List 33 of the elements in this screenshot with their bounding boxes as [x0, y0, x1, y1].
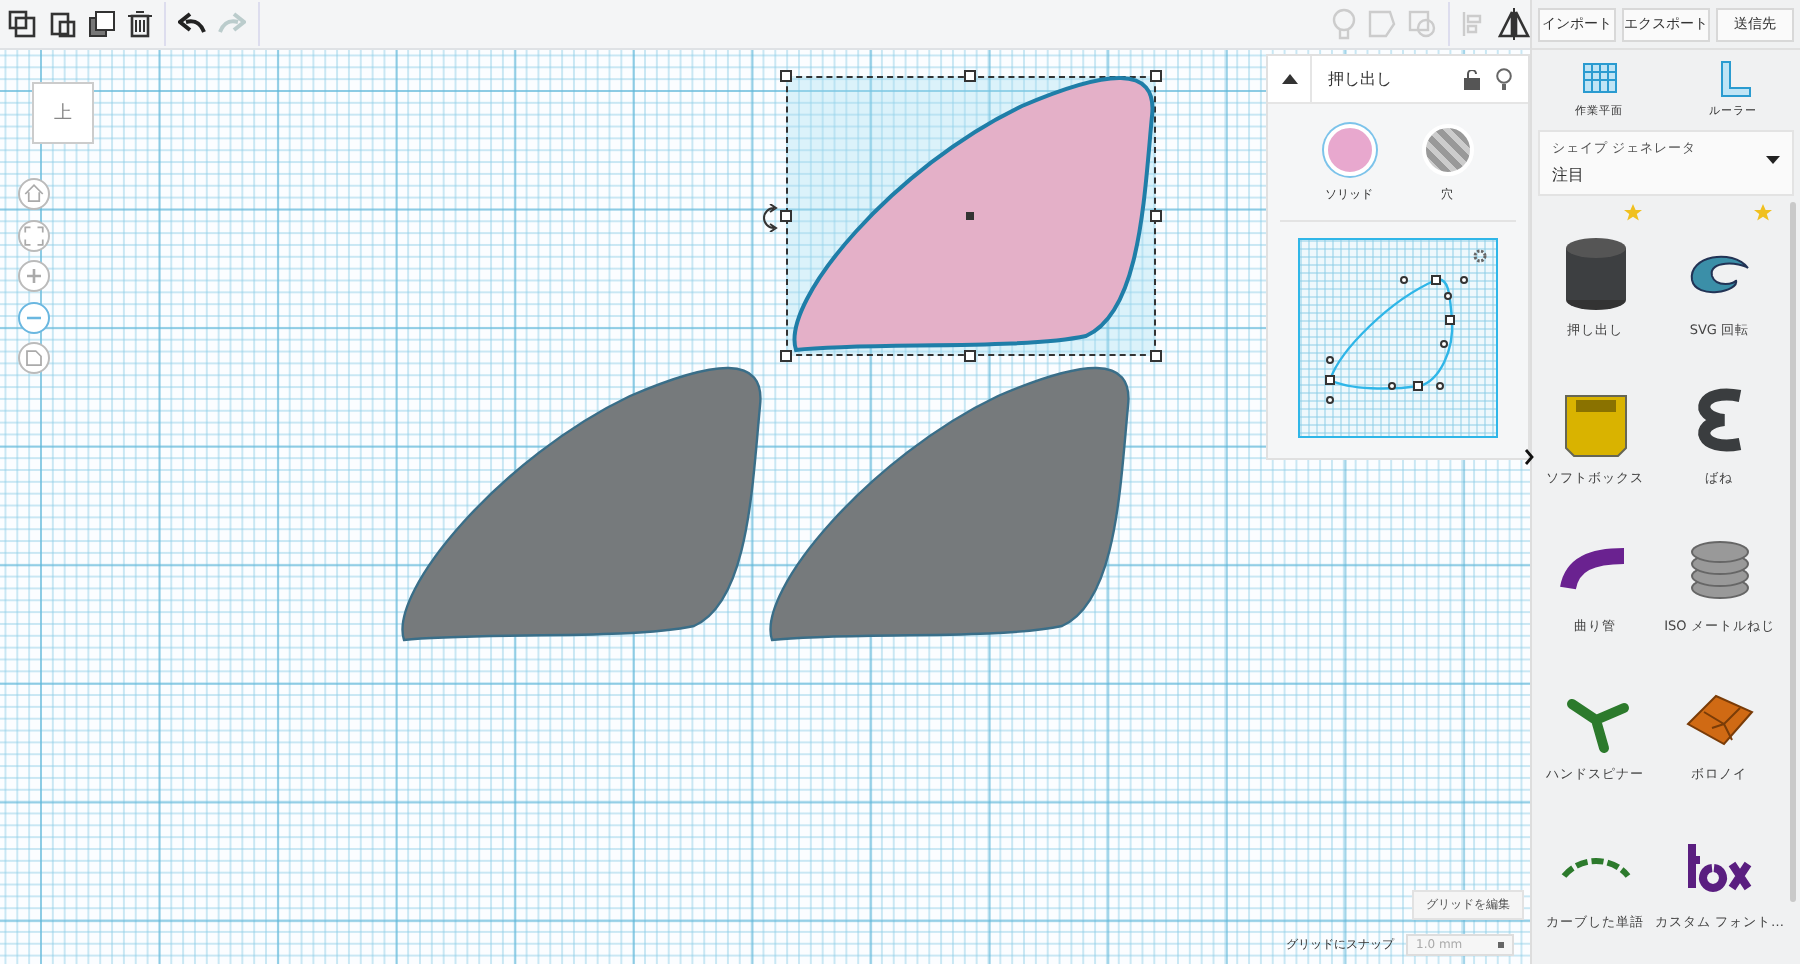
settings-icon[interactable] [1472, 248, 1488, 264]
resize-handle[interactable] [964, 350, 976, 362]
scrollbar[interactable] [1790, 202, 1796, 902]
expand-icon[interactable] [1524, 448, 1534, 466]
resize-handle[interactable] [1150, 70, 1162, 82]
resize-handle[interactable] [1150, 210, 1162, 222]
center-handle[interactable] [966, 212, 974, 220]
rotate-icon[interactable] [760, 204, 780, 232]
lightbulb-icon [1332, 8, 1356, 40]
lock-icon[interactable] [1464, 69, 1480, 89]
star-icon[interactable] [1754, 204, 1772, 222]
view-cube[interactable]: 上 [32, 82, 94, 144]
copy-icon[interactable] [8, 10, 36, 38]
ungroup-icon [1408, 10, 1436, 38]
undo-icon[interactable] [178, 12, 206, 36]
resize-handle[interactable] [780, 70, 792, 82]
resize-handle[interactable] [964, 70, 976, 82]
collapse-icon[interactable] [1281, 74, 1297, 84]
lightbulb-icon[interactable] [1496, 68, 1512, 90]
mirror-icon[interactable] [1498, 8, 1530, 40]
paste-icon[interactable] [48, 10, 76, 38]
resize-handle[interactable] [780, 350, 792, 362]
star-icon[interactable] [1624, 204, 1643, 222]
trash-icon[interactable] [128, 10, 152, 38]
grid-icon [1579, 60, 1619, 98]
resize-handle[interactable] [1150, 350, 1162, 362]
align-icon [1462, 10, 1486, 38]
group-icon [1368, 10, 1396, 38]
redo-icon [218, 12, 246, 36]
caret-icon [1766, 156, 1780, 164]
inspector-title: 押し出し [1326, 68, 1394, 90]
duplicate-icon[interactable] [88, 10, 116, 38]
resize-handle[interactable] [780, 210, 792, 222]
